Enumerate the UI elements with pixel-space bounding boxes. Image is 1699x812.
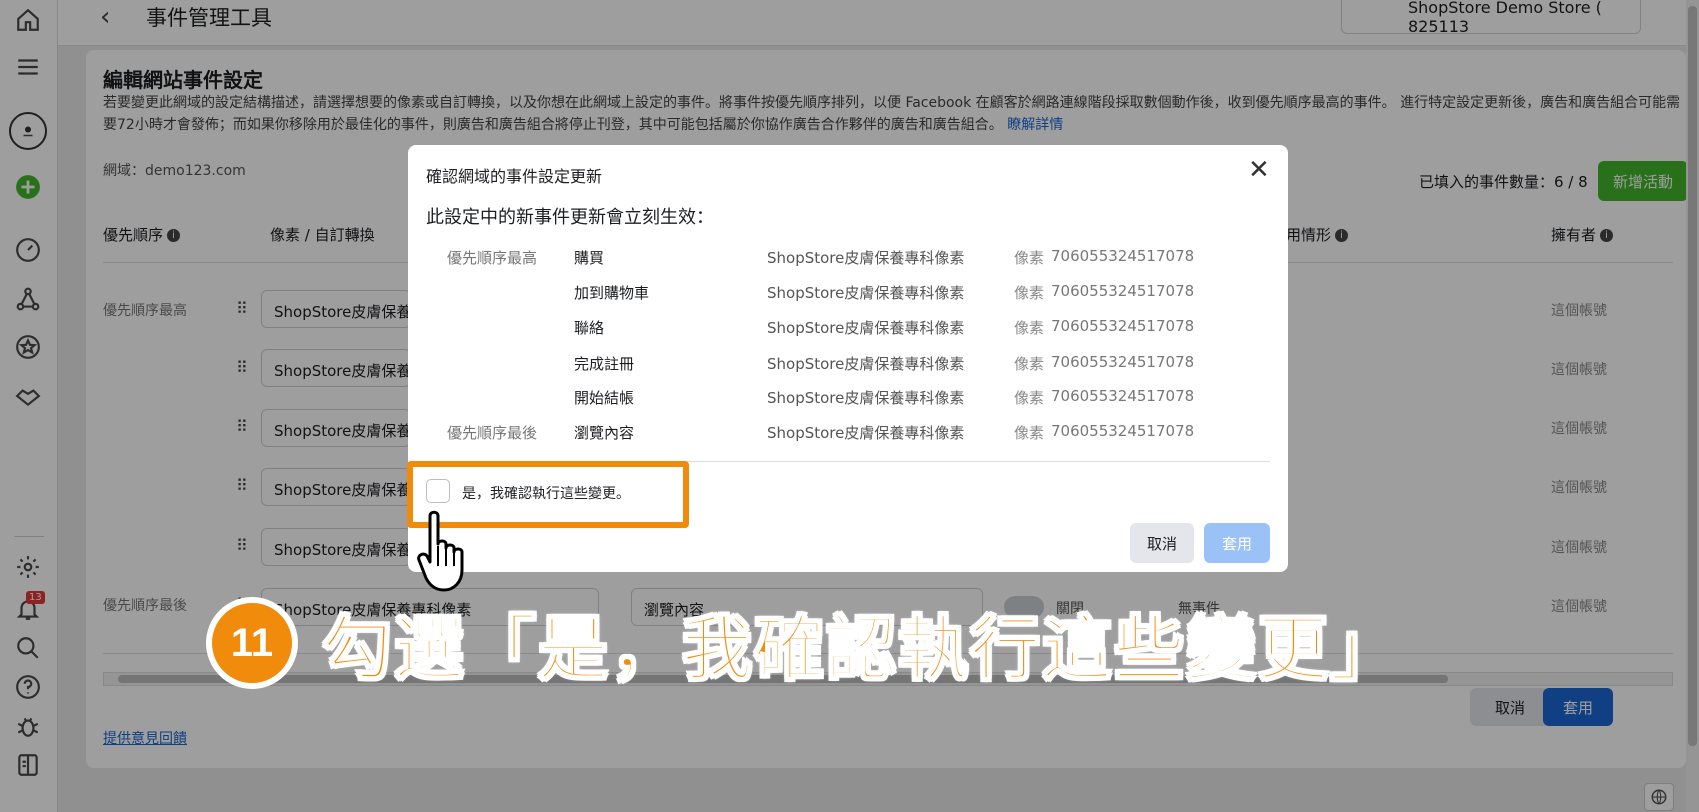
pixel-id: 706055324517078: [1051, 317, 1195, 335]
event-priority: 優先順序最後: [447, 424, 538, 442]
event-pixel: ShopStore皮膚保養專科像素: [767, 355, 965, 373]
hand-pointer-cursor-icon: [417, 510, 464, 592]
dialog-subtitle: 此設定中的新事件更新會立刻生效：: [426, 207, 714, 228]
event-row: 優先順序最高 購買 ShopStore皮膚保養專科像素 像素 706055324…: [408, 247, 1288, 277]
pixel-id: 706055324517078: [1051, 282, 1195, 300]
dialog-cancel-button[interactable]: 取消: [1130, 523, 1194, 563]
pixel-id: 706055324517078: [1051, 422, 1195, 440]
event-name: 完成註冊: [574, 355, 635, 373]
event-row: 加到購物車 ShopStore皮膚保養專科像素 像素 7060553245170…: [408, 282, 1288, 312]
pixel-tag: 像素: [1014, 424, 1045, 442]
event-pixel: ShopStore皮膚保養專科像素: [767, 424, 965, 442]
event-pixel: ShopStore皮膚保養專科像素: [767, 319, 965, 337]
event-name: 購買: [574, 249, 605, 267]
event-name: 開始結帳: [574, 389, 635, 407]
pixel-tag: 像素: [1014, 355, 1045, 373]
event-pixel: ShopStore皮膚保養專科像素: [767, 249, 965, 267]
pixel-tag: 像素: [1014, 249, 1045, 267]
event-pixel: ShopStore皮膚保養專科像素: [767, 389, 965, 407]
event-name: 聯絡: [574, 319, 605, 337]
dialog-apply-button[interactable]: 套用: [1204, 523, 1270, 563]
close-icon[interactable]: ✕: [1248, 157, 1270, 183]
event-row: 開始結帳 ShopStore皮膚保養專科像素 像素 70605532451707…: [408, 387, 1288, 417]
event-priority: 優先順序最高: [447, 249, 538, 267]
event-row: 優先順序最後 瀏覽內容 ShopStore皮膚保養專科像素 像素 7060553…: [408, 422, 1288, 452]
pixel-id: 706055324517078: [1051, 247, 1195, 265]
step-text: 勾選「是，我確認執行這些變更」: [321, 607, 1402, 691]
event-row: 完成註冊 ShopStore皮膚保養專科像素 像素 70605532451707…: [408, 353, 1288, 383]
pixel-id: 706055324517078: [1051, 387, 1195, 405]
step-instruction: 11 勾選「是，我確認執行這些變更」: [206, 597, 1402, 691]
dialog-title: 確認網域的事件設定更新: [426, 167, 603, 186]
event-pixel: ShopStore皮膚保養專科像素: [767, 284, 965, 302]
pixel-tag: 像素: [1014, 284, 1045, 302]
pixel-tag: 像素: [1014, 389, 1045, 407]
pixel-id: 706055324517078: [1051, 353, 1195, 371]
event-row: 聯絡 ShopStore皮膚保養專科像素 像素 706055324517078: [408, 317, 1288, 347]
step-number-badge: 11: [206, 597, 298, 689]
event-name: 瀏覽內容: [574, 424, 635, 442]
pixel-tag: 像素: [1014, 319, 1045, 337]
event-name: 加到購物車: [574, 284, 650, 302]
